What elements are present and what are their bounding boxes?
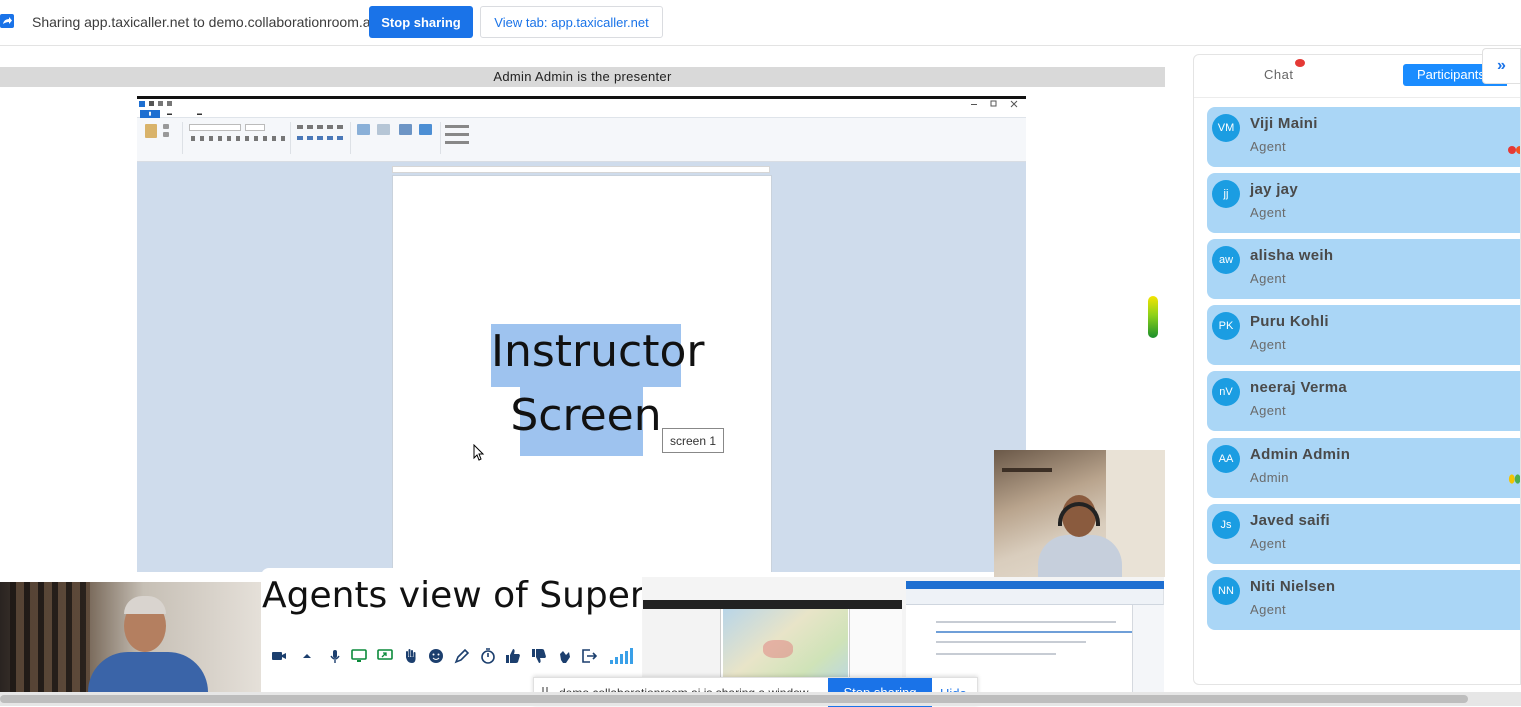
home-tab[interactable]: ▬ <box>167 110 172 118</box>
participant-name: Puru Kohli <box>1250 313 1329 330</box>
participant-card[interactable]: PK Puru Kohli Agent <box>1207 305 1520 365</box>
side-panel: Chat Participants VM Viji Maini Agent jj… <box>1193 54 1521 685</box>
participant-role: Admin <box>1250 470 1289 485</box>
clap-icon[interactable] <box>557 648 573 664</box>
avatar: VM <box>1212 114 1240 142</box>
participant-role: Agent <box>1250 271 1286 286</box>
leave-icon[interactable] <box>581 648 597 664</box>
stop-sharing-button[interactable]: Stop sharing <box>369 6 473 38</box>
avatar: AA <box>1212 445 1240 473</box>
insert-group <box>353 122 441 154</box>
horizontal-scrollbar[interactable] <box>0 692 1521 706</box>
screen-share-icon[interactable] <box>351 648 367 664</box>
avatar: Js <box>1212 511 1240 539</box>
participant-name: Niti Nielsen <box>1250 578 1336 595</box>
mic-status-icon <box>1508 146 1520 154</box>
view-tab[interactable]: ▬ <box>197 110 202 118</box>
participant-card[interactable]: AA Admin Admin Admin <box>1207 438 1520 498</box>
presenter-video-tile <box>994 450 1165 577</box>
share-arrow-icon <box>0 14 14 28</box>
timer-icon[interactable] <box>480 648 496 664</box>
tab-chat[interactable]: Chat <box>1264 67 1293 82</box>
presenter-banner: Admin Admin is the presenter <box>0 67 1165 87</box>
screen-share-alt-icon[interactable] <box>377 648 393 664</box>
share-status-text: Sharing app.taxicaller.net to demo.colla… <box>32 14 374 30</box>
avatar: jj <box>1212 180 1240 208</box>
participant-role: Agent <box>1250 337 1286 352</box>
wordpad-ribbon-tabs: ▮ ▬ ▬ <box>137 110 1026 118</box>
document-text-line-1: Instructor <box>491 326 705 377</box>
participant-name: Viji Maini <box>1250 115 1318 132</box>
mouse-cursor-icon <box>473 444 485 461</box>
unread-indicator-icon <box>1295 59 1305 67</box>
window-controls-icon <box>971 100 1018 108</box>
participant-role: Agent <box>1250 205 1286 220</box>
emoji-icon[interactable] <box>428 648 444 664</box>
avatar: NN <box>1212 577 1240 605</box>
participant-role: Agent <box>1250 403 1286 418</box>
wordpad-ribbon <box>137 118 1026 162</box>
screen-label-tooltip: screen 1 <box>662 428 724 453</box>
participant-name: jay jay <box>1250 181 1298 198</box>
thumbs-up-icon[interactable] <box>505 648 521 664</box>
local-video-tile <box>0 582 261 692</box>
participant-card[interactable]: Js Javed saifi Agent <box>1207 504 1520 564</box>
microphone-icon[interactable] <box>327 648 343 664</box>
clipboard-group <box>141 122 183 154</box>
participant-role: Agent <box>1250 602 1286 617</box>
screen-thumbnail-document[interactable] <box>906 581 1164 692</box>
participant-name: neeraj Verma <box>1250 379 1347 396</box>
editing-group <box>443 122 479 154</box>
avatar: nV <box>1212 378 1240 406</box>
participant-card[interactable]: NN Niti Nielsen Agent <box>1207 570 1520 630</box>
avatar: PK <box>1212 312 1240 340</box>
quick-access-icons <box>139 101 172 107</box>
participant-role: Agent <box>1250 536 1286 551</box>
participant-card[interactable]: aw alisha weih Agent <box>1207 239 1520 299</box>
participant-card[interactable]: nV neeraj Verma Agent <box>1207 371 1520 431</box>
participant-card[interactable]: jj jay jay Agent <box>1207 173 1520 233</box>
ruler <box>392 166 770 173</box>
mic-status-icon <box>1508 474 1520 484</box>
avatar: aw <box>1212 246 1240 274</box>
audio-level-meter <box>1148 296 1158 338</box>
collapse-panel-button[interactable]: » <box>1482 48 1521 84</box>
shared-screen: ▮ ▬ ▬ Instructor Screen screen 1 <box>137 96 1026 572</box>
participant-name: Javed saifi <box>1250 512 1331 529</box>
file-tab[interactable]: ▮ <box>140 110 160 118</box>
browser-share-bar: Sharing app.taxicaller.net to demo.colla… <box>0 0 1521 46</box>
document-text-line-2: Screen <box>510 390 662 441</box>
scrollbar-thumb[interactable] <box>0 695 1468 703</box>
panel-divider <box>1194 97 1520 98</box>
participant-role: Agent <box>1250 139 1286 154</box>
font-group <box>187 122 291 154</box>
wordpad-titlebar <box>137 96 1026 110</box>
participant-card[interactable]: VM Viji Maini Agent <box>1207 107 1520 167</box>
participant-name: Admin Admin <box>1250 446 1351 463</box>
caret-up-icon[interactable] <box>299 648 315 664</box>
view-tab-button[interactable]: View tab: app.taxicaller.net <box>480 6 663 38</box>
pen-icon[interactable] <box>454 648 470 664</box>
paragraph-group <box>293 122 351 154</box>
raise-hand-icon[interactable] <box>403 648 419 664</box>
meeting-toolbar <box>261 640 642 672</box>
camera-icon[interactable] <box>271 648 287 664</box>
signal-icon <box>610 648 633 664</box>
thumbs-down-icon[interactable] <box>531 648 547 664</box>
participant-name: alisha weih <box>1250 247 1334 264</box>
